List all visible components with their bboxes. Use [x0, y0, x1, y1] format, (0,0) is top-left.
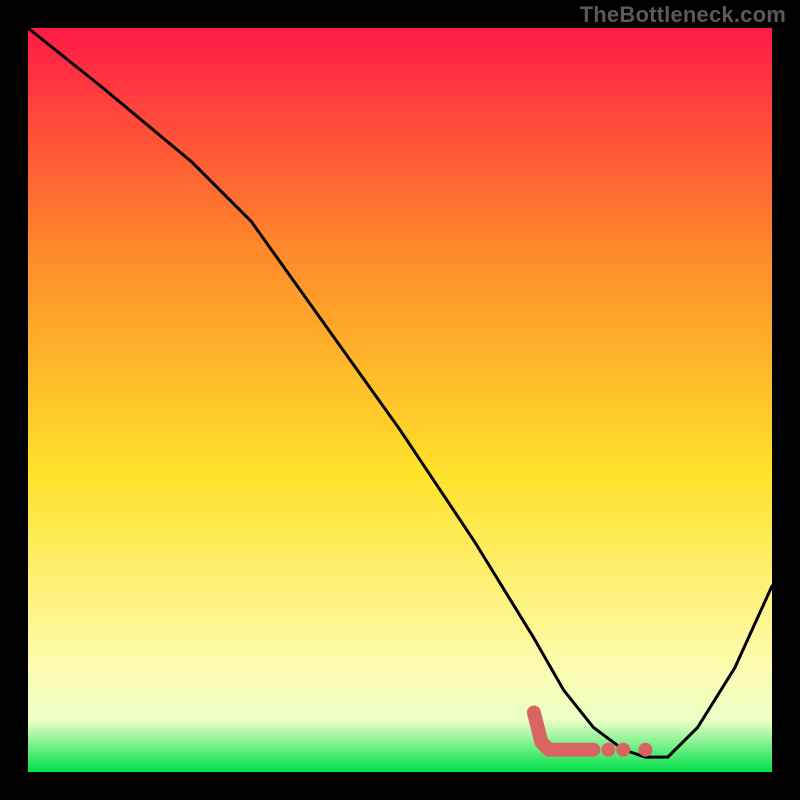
gradient-background	[28, 28, 772, 772]
highlight-dot-2	[616, 743, 630, 757]
highlight-dot-1	[601, 743, 615, 757]
highlight-dot-3	[639, 743, 653, 757]
chart-svg	[28, 28, 772, 772]
watermark-text: TheBottleneck.com	[580, 2, 786, 28]
chart-frame: TheBottleneck.com	[0, 0, 800, 800]
plot-area	[28, 28, 772, 772]
